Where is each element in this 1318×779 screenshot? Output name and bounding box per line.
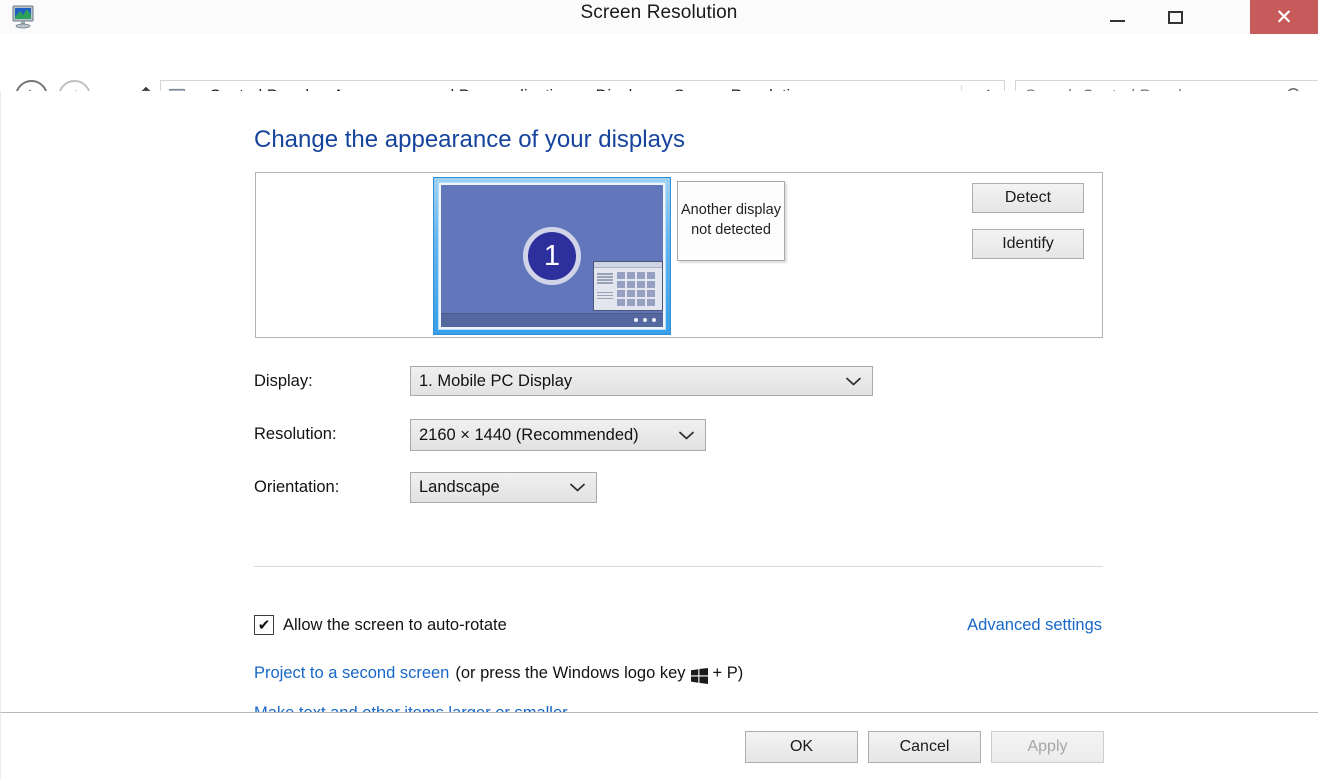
monitor-number: 1 (543, 239, 561, 272)
not-detected-line-1: Another display (681, 202, 781, 219)
identify-button[interactable]: Identify (972, 229, 1084, 259)
title-bar: Screen Resolution ✕ (0, 0, 1318, 34)
monitor-number-badge: 1 (523, 227, 581, 285)
mock-line-group (597, 273, 613, 284)
windows-logo-key-icon (690, 667, 708, 684)
orientation-label: Orientation: (254, 478, 340, 496)
close-icon: ✕ (1275, 5, 1293, 29)
maximize-button[interactable] (1152, 0, 1198, 34)
maximize-icon (1167, 10, 1183, 24)
mock-taskbar (441, 313, 663, 327)
ok-button[interactable]: OK (745, 731, 858, 763)
display-select[interactable]: 1. Mobile PC Display (410, 366, 873, 396)
minimize-icon (1109, 20, 1125, 22)
display-preview-panel: 1 Another display not detected Detect Id… (255, 172, 1103, 338)
mock-window-body (594, 268, 662, 310)
detect-button[interactable]: Detect (972, 183, 1084, 213)
page-title: Change the appearance of your displays (254, 126, 685, 153)
monitor-inner-bezel: 1 (438, 182, 666, 330)
auto-rotate-label: Allow the screen to auto-rotate (283, 615, 507, 634)
resolution-label: Resolution: (254, 425, 337, 443)
monitor-preview-1[interactable]: 1 (433, 177, 671, 335)
not-detected-text: Another display not detected (681, 201, 781, 240)
display-label: Display: (254, 372, 313, 390)
chevron-down-icon (570, 480, 596, 495)
another-display-not-detected[interactable]: Another display not detected (677, 181, 785, 261)
minimize-button[interactable] (1094, 0, 1140, 34)
section-divider (254, 566, 1103, 567)
screen-resolution-window: Screen Resolution ✕ Search Control Panel… (0, 0, 1318, 779)
dialog-footer: OK Cancel Apply (0, 712, 1318, 779)
resolution-select[interactable]: 2160 × 1440 (Recommended) (410, 419, 706, 451)
not-detected-line-2: not detected (691, 222, 771, 238)
monitor-screen: 1 (441, 185, 663, 327)
orientation-select[interactable]: Landscape (410, 472, 597, 503)
auto-rotate-row[interactable]: ✔ Allow the screen to auto-rotate (254, 615, 507, 635)
orientation-select-value: Landscape (419, 478, 500, 496)
content-area: Change the appearance of your displays 1 (0, 91, 1318, 762)
close-button[interactable]: ✕ (1250, 0, 1318, 34)
cancel-button[interactable]: Cancel (868, 731, 981, 763)
mock-tray-dots (634, 318, 656, 322)
resolution-select-value: 2160 × 1440 (Recommended) (419, 425, 639, 444)
project-second-screen-row: Project to a second screen (or press the… (254, 664, 744, 684)
apply-button: Apply (991, 731, 1104, 763)
project-to-second-screen-link[interactable]: Project to a second screen (254, 664, 449, 683)
mock-tile-grid (617, 272, 655, 306)
mock-line-group (597, 291, 613, 299)
mock-sidebar-lines (597, 272, 613, 306)
auto-rotate-checkbox[interactable]: ✔ (254, 615, 274, 635)
project-hint-suffix: + P) (712, 664, 744, 682)
chevron-down-icon (679, 428, 705, 443)
checkmark-icon: ✔ (257, 616, 271, 634)
address-bar: ▸ Control Panel ▸ Appearance and Persona… (0, 34, 1318, 113)
chevron-down-icon (846, 374, 872, 389)
project-hint-prefix: (or press the Windows logo key (455, 664, 686, 682)
display-select-value: 1. Mobile PC Display (419, 371, 573, 390)
advanced-settings-link[interactable]: Advanced settings (967, 616, 1102, 635)
mock-window (593, 261, 663, 311)
